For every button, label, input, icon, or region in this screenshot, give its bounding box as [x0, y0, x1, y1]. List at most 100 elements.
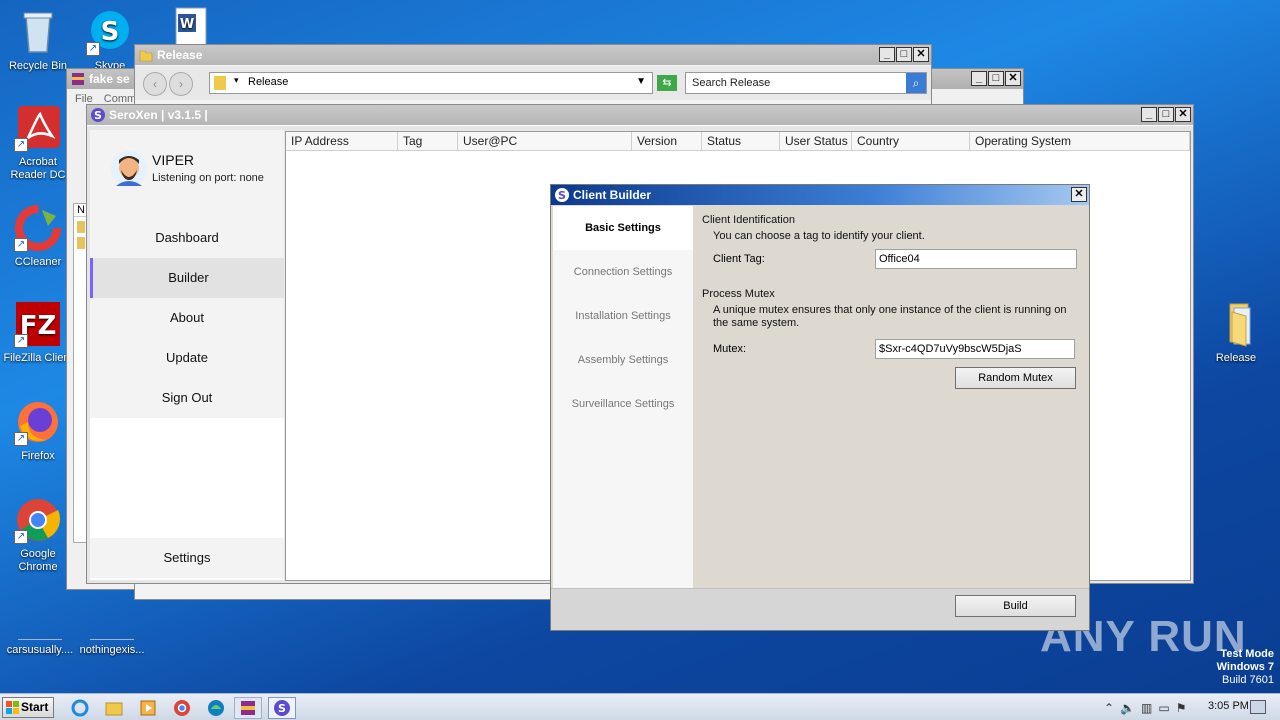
explorer-toolbar: ‹ › ▾ Release ▼ ⇆ Search Release ⌕	[135, 66, 931, 100]
network-icon[interactable]: ▥	[1141, 701, 1152, 715]
explorer-titlebar[interactable]: Release _ □ ✕	[135, 45, 931, 65]
blank-file-icon	[18, 620, 62, 640]
system-tray: ⌃ 🔈 ▥ ▭ ⚑	[1104, 698, 1200, 718]
close-button[interactable]: ✕	[913, 47, 929, 62]
nav-dashboard[interactable]: Dashboard	[90, 218, 284, 258]
svg-text:S: S	[101, 17, 120, 47]
folder-icon	[77, 237, 85, 249]
volume-icon[interactable]: 🔈	[1120, 701, 1135, 715]
build-label: Build 7601	[1222, 674, 1274, 686]
nav-builder[interactable]: Builder	[90, 258, 284, 298]
start-button[interactable]: Start	[2, 697, 54, 718]
nav-settings[interactable]: Settings	[90, 538, 284, 578]
client-identification-description: You can choose a tag to identify your cl…	[713, 230, 925, 242]
column-country[interactable]: Country	[852, 132, 970, 150]
taskbar-ie-icon[interactable]	[66, 697, 94, 719]
mutex-input[interactable]: $Sxr-c4QD7uVy9bscW5DjaS	[875, 339, 1075, 359]
desktop-icon-ccleaner[interactable]: ↗ CCleaner	[0, 204, 76, 269]
minimize-button[interactable]: _	[971, 71, 987, 86]
svg-text:S: S	[558, 189, 566, 202]
taskbar-seroxen-icon[interactable]: S	[268, 697, 296, 719]
desktop-icon-label: FileZilla Client	[3, 352, 73, 364]
show-desktop-icon[interactable]	[1250, 700, 1266, 714]
search-icon[interactable]: ⌕	[906, 73, 926, 93]
clock[interactable]: 3:05 PM	[1208, 700, 1249, 712]
refresh-icon[interactable]: ⇆	[657, 75, 677, 91]
tray-expand-icon[interactable]: ⌃	[1104, 701, 1114, 715]
build-button[interactable]: Build	[955, 595, 1076, 617]
firefox-icon: ↗	[14, 398, 62, 446]
maximize-button[interactable]: □	[896, 47, 912, 62]
taskbar-explorer-icon[interactable]	[100, 697, 128, 719]
forward-button[interactable]: ›	[169, 72, 193, 96]
desktop-icon-acrobat[interactable]: ↗ Acrobat Reader DC	[0, 104, 76, 182]
nav-sign-out[interactable]: Sign Out	[90, 378, 284, 418]
desktop-icon-release-folder[interactable]: Release	[1198, 300, 1274, 365]
chrome-icon: ↗	[14, 496, 62, 544]
breadcrumb-arrow-icon[interactable]: ▾	[234, 75, 239, 86]
taskbar-media-player-icon[interactable]	[134, 697, 162, 719]
column-tag[interactable]: Tag	[398, 132, 458, 150]
tab-installation-settings[interactable]: Installation Settings	[553, 294, 693, 338]
seroxen-logo-icon: S	[555, 188, 569, 202]
seroxen-titlebar[interactable]: S SeroXen | v3.1.5 | _ □ ✕	[87, 105, 1193, 125]
back-button[interactable]: ‹	[143, 72, 167, 96]
client-builder-dialog[interactable]: S Client Builder ✕ Basic Settings Connec…	[550, 184, 1090, 631]
column-user-status[interactable]: User Status	[780, 132, 852, 150]
minimize-button[interactable]: _	[1141, 107, 1157, 122]
client-builder-title: Client Builder	[573, 188, 652, 202]
mutex-label: Mutex:	[713, 343, 747, 355]
taskbar-edge-icon[interactable]	[202, 697, 230, 719]
taskbar-chrome-icon[interactable]	[168, 697, 196, 719]
column-user-pc[interactable]: User@PC	[458, 132, 632, 150]
folder-icon	[139, 50, 153, 62]
svg-text:S: S	[94, 109, 102, 122]
close-button[interactable]: ✕	[1071, 187, 1087, 202]
tab-surveillance-settings[interactable]: Surveillance Settings	[553, 382, 693, 426]
seroxen-sidebar: VIPER Listening on port: none Dashboard …	[90, 130, 284, 580]
explorer-title: Release	[157, 48, 203, 62]
desktop-icon-label: Recycle Bin	[8, 60, 68, 72]
client-builder-controls: ✕	[1070, 187, 1087, 202]
process-mutex-description: A unique mutex ensures that only one ins…	[713, 304, 1067, 329]
maximize-button[interactable]: □	[988, 71, 1004, 86]
process-mutex-heading: Process Mutex	[702, 288, 775, 300]
tab-assembly-settings[interactable]: Assembly Settings	[553, 338, 693, 382]
maximize-button[interactable]: □	[1158, 107, 1174, 122]
nav-update[interactable]: Update	[90, 338, 284, 378]
column-status[interactable]: Status	[702, 132, 780, 150]
client-builder-titlebar[interactable]: S Client Builder ✕	[551, 185, 1089, 205]
desktop-icon-recycle-bin[interactable]: Recycle Bin	[0, 8, 76, 73]
column-operating-system[interactable]: Operating System	[970, 132, 1190, 150]
column-ip-address[interactable]: IP Address	[286, 132, 398, 150]
nav-about[interactable]: About	[90, 298, 284, 338]
svg-text:S: S	[278, 702, 286, 715]
tab-connection-settings[interactable]: Connection Settings	[553, 250, 693, 294]
power-icon[interactable]: ▭	[1158, 701, 1169, 715]
close-button[interactable]: ✕	[1175, 107, 1191, 122]
test-mode-text: Test Mode Windows 7 Build 7601	[1217, 648, 1274, 687]
desktop-icon-file2[interactable]: nothingexis...	[72, 620, 152, 657]
explorer-window-controls: _ □ ✕	[878, 47, 929, 62]
shortcut-arrow-icon: ↗	[14, 238, 28, 252]
shortcut-arrow-icon: ↗	[14, 334, 28, 348]
minimize-button[interactable]: _	[879, 47, 895, 62]
desktop-icon-filezilla[interactable]: FZ ↗ FileZilla Client	[0, 300, 76, 365]
client-list-header: IP Address Tag User@PC Version Status Us…	[286, 132, 1190, 151]
desktop-icon-label: CCleaner	[14, 256, 62, 268]
tab-basic-settings[interactable]: Basic Settings	[553, 206, 693, 250]
client-tag-input[interactable]: Office04	[875, 249, 1077, 269]
address-bar[interactable]: ▾ Release ▼	[209, 72, 653, 94]
desktop-icon-chrome[interactable]: ↗ Google Chrome	[0, 496, 76, 574]
client-tag-label: Client Tag:	[713, 253, 765, 265]
taskbar-winrar-icon[interactable]	[234, 697, 262, 719]
column-version[interactable]: Version	[632, 132, 702, 150]
action-center-flag-icon[interactable]: ⚑	[1176, 701, 1187, 715]
chevron-down-icon[interactable]: ▼	[636, 76, 646, 87]
desktop-icon-label: Release	[1215, 352, 1257, 364]
desktop-icon-file1[interactable]: carsusually....	[0, 620, 80, 657]
search-input[interactable]: Search Release ⌕	[685, 72, 927, 94]
close-button[interactable]: ✕	[1005, 71, 1021, 86]
desktop-icon-firefox[interactable]: ↗ Firefox	[0, 398, 76, 463]
random-mutex-button[interactable]: Random Mutex	[955, 367, 1076, 389]
